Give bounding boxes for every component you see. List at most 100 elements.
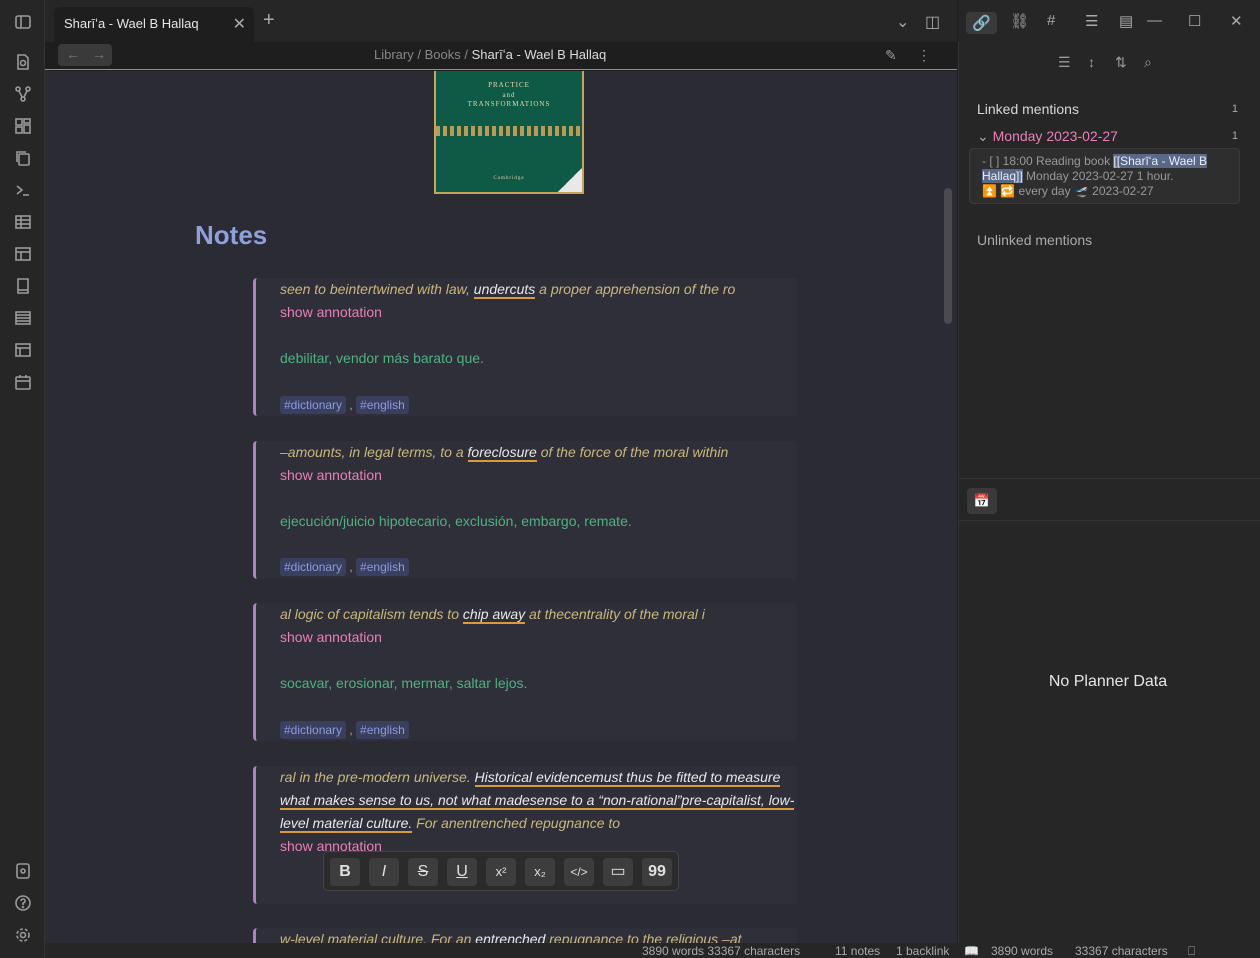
code-button[interactable]: </> xyxy=(564,858,594,886)
collapse-results-icon[interactable]: ☰ xyxy=(1058,54,1071,71)
linked-mentions-count: 1 xyxy=(1231,103,1238,115)
scrollbar[interactable] xyxy=(944,188,952,324)
highlight-quote: ral in the pre-modern universe. Historic… xyxy=(280,769,795,833)
reading-book-icon[interactable]: 📖 xyxy=(964,944,979,958)
highlighted-word: entrenched xyxy=(475,931,546,943)
bold-button[interactable]: B xyxy=(330,858,360,886)
sync-icon[interactable]: ⎕ xyxy=(1188,944,1195,958)
annotation-callout: seen to beintertwined with law, undercut… xyxy=(253,278,797,416)
tag-dictionary[interactable]: #dictionary xyxy=(280,396,347,414)
breadcrumb-books[interactable]: Books xyxy=(425,47,461,62)
canvas-icon[interactable] xyxy=(13,116,33,136)
unlinked-mentions-title[interactable]: Unlinked mentions xyxy=(977,232,1092,248)
new-tab-icon[interactable]: + xyxy=(263,9,275,32)
annotation-callout: w-level material culture. For an entrenc… xyxy=(253,928,797,943)
tag-english[interactable]: #english xyxy=(356,721,409,739)
chevron-down-icon[interactable]: ⌄ xyxy=(977,128,993,144)
table-icon[interactable] xyxy=(13,212,33,232)
app-window: Sharīʻa - Wael B Hallaq ✕ + ⌄ ◫ ← → Libr… xyxy=(0,0,1260,958)
help-icon[interactable] xyxy=(13,893,33,913)
quick-switcher-icon[interactable] xyxy=(13,52,33,72)
vault-switcher-icon[interactable] xyxy=(13,861,33,881)
tag-english[interactable]: #english xyxy=(356,558,409,576)
layout-icon[interactable] xyxy=(13,244,33,264)
list-view-icon[interactable] xyxy=(13,308,33,328)
expand-icon[interactable]: ↕ xyxy=(1088,54,1095,70)
notes-heading: Notes xyxy=(195,220,268,250)
underline-button[interactable]: U xyxy=(447,858,477,886)
highlight-quote: w-level material culture. For an entrenc… xyxy=(280,928,800,943)
minimize-icon[interactable]: — xyxy=(1147,12,1162,29)
breadcrumb-library[interactable]: Library xyxy=(374,47,414,62)
highlight-quote: seen to beintertwined with law, undercut… xyxy=(280,281,736,299)
tag-dictionary[interactable]: #dictionary xyxy=(280,558,347,576)
maximize-icon[interactable]: ☐ xyxy=(1188,12,1201,30)
subscript-button[interactable]: x₂ xyxy=(525,858,555,886)
highlighted-word: undercuts xyxy=(473,281,536,299)
status-bar: 3890 words 33367 characters 11 notes 1 b… xyxy=(45,943,1260,958)
show-annotation-link[interactable]: show annotation xyxy=(280,467,382,483)
more-options-icon[interactable]: ⋮ xyxy=(917,47,931,64)
show-annotation-link[interactable]: show annotation xyxy=(280,629,382,645)
breadcrumb: Library / Books / Sharīʻa - Wael B Halla… xyxy=(374,47,606,62)
tag-list: #dictionary , #english xyxy=(280,396,409,414)
breadcrumb-current[interactable]: Sharīʻa - Wael B Hallaq xyxy=(472,47,607,62)
tag-list: #dictionary , #english xyxy=(280,558,409,576)
planner-calendar-icon[interactable]: 📅 xyxy=(967,488,997,514)
linked-mentions-title[interactable]: Linked mentions xyxy=(977,101,1079,117)
tags-icon[interactable]: # xyxy=(1047,12,1055,29)
strikethrough-button[interactable]: S xyxy=(408,858,438,886)
close-icon[interactable]: ✕ xyxy=(233,14,246,34)
outline-icon[interactable]: ☰ xyxy=(1085,12,1098,30)
backlinks-icon[interactable]: 🔗 xyxy=(966,12,997,34)
quote-button[interactable]: 99 xyxy=(642,858,672,886)
left-ribbon xyxy=(0,0,45,958)
calendar-icon[interactable] xyxy=(13,372,33,392)
terminal-icon[interactable] xyxy=(13,180,33,200)
status-words: 3890 words xyxy=(991,944,1054,958)
format-toolbar: B I S U x² x₂ </> ▭ 99 xyxy=(323,851,679,891)
settings-gear-icon[interactable] xyxy=(13,925,33,945)
cover-ornament xyxy=(436,126,582,136)
sort-icon[interactable]: ⇅ xyxy=(1115,54,1127,71)
superscript-button[interactable]: x² xyxy=(486,858,516,886)
status-characters: 33367 characters xyxy=(1075,944,1168,958)
template-icon[interactable] xyxy=(13,340,33,360)
file-list-icon[interactable]: ▤ xyxy=(1119,12,1133,30)
book-icon[interactable] xyxy=(13,276,33,296)
show-annotation-link[interactable]: show annotation xyxy=(280,304,382,320)
outgoing-links-icon[interactable]: ⛓ xyxy=(1010,12,1029,30)
highlight-quote: –amounts, in legal terms, to a foreclosu… xyxy=(280,444,729,462)
close-window-icon[interactable]: ✕ xyxy=(1230,12,1243,30)
right-sidebar-tabs: 🔗 ⛓ # ☰ ▤ — ☐ ✕ xyxy=(958,0,1260,42)
tag-list: #dictionary , #english xyxy=(280,721,409,739)
panel-divider xyxy=(959,520,1260,521)
italic-button[interactable]: I xyxy=(369,858,399,886)
graph-view-icon[interactable] xyxy=(13,84,33,104)
search-icon[interactable]: ⌕ xyxy=(1144,54,1152,71)
tag-english[interactable]: #english xyxy=(356,396,409,414)
mention-snippet[interactable]: - [ ] 18:00 Reading book [[Sharīʻa - Wae… xyxy=(969,148,1240,204)
backlinks-panel: ☰ ↕ ⇅ ⌕ Linked mentions 1 ⌄ Monday 2023-… xyxy=(958,42,1260,943)
tab-active[interactable]: Sharīʻa - Wael B Hallaq ✕ xyxy=(54,7,254,42)
status-backlinks[interactable]: 1 backlink xyxy=(896,944,949,958)
annotation-callout: –amounts, in legal terms, to a foreclosu… xyxy=(253,441,797,579)
chevron-down-icon[interactable]: ⌄ xyxy=(896,12,909,32)
highlighted-word: chip away xyxy=(462,606,526,624)
panel-divider xyxy=(959,478,1260,479)
back-arrow-icon[interactable]: ← xyxy=(66,46,80,62)
embed-button[interactable]: ▭ xyxy=(603,858,633,886)
cover-text-line1: PRACTICE xyxy=(488,81,530,89)
mention-file-title[interactable]: ⌄ Monday 2023-02-27 xyxy=(977,128,1118,145)
status-word-count: 3890 words 33367 characters xyxy=(642,944,801,958)
sidebar-toggle-icon[interactable] xyxy=(13,12,33,32)
right-sidebar-toggle-icon[interactable]: ◫ xyxy=(925,12,940,32)
highlighted-word: foreclosure xyxy=(467,444,537,462)
highlight-quote: al logic of capitalism tends to chip awa… xyxy=(280,606,705,624)
mention-count: 1 xyxy=(1231,130,1238,142)
edit-pencil-icon[interactable]: ✎ xyxy=(885,47,897,64)
status-notes-count[interactable]: 11 notes xyxy=(835,944,880,958)
tag-dictionary[interactable]: #dictionary xyxy=(280,721,347,739)
forward-arrow-icon[interactable]: → xyxy=(92,46,106,62)
copy-icon[interactable] xyxy=(13,148,33,168)
